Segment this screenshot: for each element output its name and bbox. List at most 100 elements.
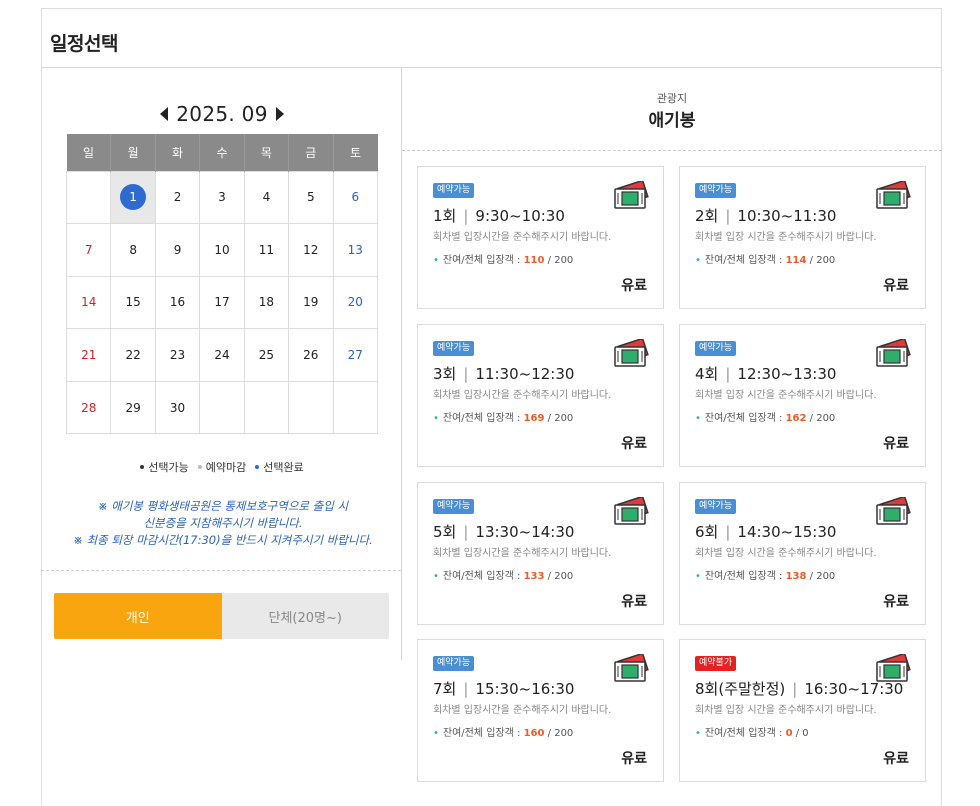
calendar-day[interactable]: 20: [332, 275, 379, 330]
count-label: 잔여/전체 입장객 :: [442, 571, 521, 582]
remaining-count: 114: [785, 255, 807, 266]
session-round: 7회: [433, 680, 457, 698]
title-divider: [41, 67, 942, 68]
availability-badge: 예약가능: [433, 183, 475, 198]
count-label: 잔여/전체 입장객 :: [704, 413, 783, 424]
total-count: / 0: [795, 728, 809, 739]
calendar-day[interactable]: 13: [332, 223, 379, 277]
session-round: 8회(주말한정): [695, 680, 786, 698]
bullet-icon: •: [695, 413, 701, 424]
session-note: 회차별 입장시간을 준수해주시기 바랍니다.: [433, 705, 612, 716]
calendar-day[interactable]: 10: [199, 223, 245, 277]
session-time: 14:30~15:30: [737, 523, 837, 541]
bullet-icon: •: [433, 728, 439, 739]
calendar-day[interactable]: 5: [288, 170, 334, 225]
calendar-day[interactable]: 22: [110, 328, 156, 382]
session-note: 회차별 입장 시간을 준수해주시기 바랍니다.: [695, 705, 877, 716]
calendar-day[interactable]: 14: [65, 275, 112, 330]
calendar-day[interactable]: 19: [288, 275, 334, 330]
remaining-count: 0: [785, 728, 793, 739]
calendar-day-selected[interactable]: 1: [110, 170, 156, 225]
calendar-day[interactable]: 28: [65, 380, 112, 435]
weekday-header: 월: [110, 134, 156, 171]
session-time: 15:30~16:30: [475, 680, 575, 698]
dot-icon: [140, 465, 145, 469]
calendar-day[interactable]: 24: [199, 328, 245, 382]
prev-month-icon[interactable]: [160, 107, 169, 121]
total-count: / 200: [809, 413, 836, 424]
calendar-day[interactable]: 8: [110, 223, 156, 277]
spot-category: 관광지: [656, 92, 688, 105]
weekday-header: 화: [155, 134, 201, 171]
selected-day-marker: 1: [120, 184, 147, 211]
calendar-empty-cell: [65, 170, 112, 225]
session-note: 회차별 입장시간을 준수해주시기 바랍니다.: [433, 232, 612, 243]
session-title: 2회 | 10:30~11:30: [695, 205, 836, 226]
pane-divider: [401, 68, 402, 660]
calendar-day[interactable]: 3: [199, 170, 245, 225]
calendar-day[interactable]: 9: [154, 223, 201, 277]
session-card[interactable]: 예약가능 4회 | 12:30~13:30 회차별 입장 시간을 준수해주시기 바랍니다…: [679, 324, 926, 467]
count-label: 잔여/전체 입장객 :: [442, 413, 521, 424]
page-title: 일정선택: [50, 33, 118, 55]
count-label: 잔여/전체 입장객 :: [704, 255, 783, 266]
title-separator: |: [725, 207, 731, 225]
remaining-count: 169: [523, 413, 545, 424]
calendar-day[interactable]: 7: [65, 223, 112, 277]
session-card[interactable]: 예약가능 5회 | 13:30~14:30 회차별 입장시간을 준수해주시기 바랍니다.…: [417, 482, 664, 625]
calendar-day[interactable]: 6: [332, 170, 379, 225]
calendar-day[interactable]: 21: [65, 328, 112, 382]
visitor-count: • 잔여/전체 입장객 : 110 / 200: [433, 251, 573, 266]
ticket-icon: [611, 337, 649, 371]
visitor-count: • 잔여/전체 입장객 : 162 / 200: [695, 409, 835, 424]
title-separator: |: [463, 523, 469, 541]
calendar-day[interactable]: 12: [288, 223, 334, 277]
availability-badge: 예약가능: [695, 341, 737, 356]
session-title: 1회 | 9:30~10:30: [433, 205, 565, 226]
session-card[interactable]: 예약가능 2회 | 10:30~11:30 회차별 입장 시간을 준수해주시기 바랍니다…: [679, 166, 926, 309]
calendar-day[interactable]: 18: [243, 275, 290, 330]
calendar-day[interactable]: 17: [199, 275, 245, 330]
price-label: 유료: [621, 436, 647, 452]
calendar-day[interactable]: 25: [243, 328, 290, 382]
next-month-icon[interactable]: [275, 107, 284, 121]
calendar-day[interactable]: 27: [332, 328, 379, 382]
weekday-header: 금: [288, 134, 334, 171]
session-round: 2회: [695, 207, 719, 225]
calendar-day[interactable]: 16: [154, 275, 201, 330]
weekday-header: 목: [244, 134, 290, 171]
availability-badge: 예약가능: [433, 499, 475, 514]
session-card[interactable]: 예약불가 8회(주말한정) | 16:30~17:30 회차별 입장 시간을 준수해주시…: [679, 639, 926, 782]
session-time: 9:30~10:30: [475, 207, 565, 225]
session-card[interactable]: 예약가능 6회 | 14:30~15:30 회차별 입장 시간을 준수해주시기 바랍니다…: [679, 482, 926, 625]
ticket-icon: [873, 337, 911, 371]
calendar-day[interactable]: 26: [288, 328, 334, 382]
weekday-header: 수: [199, 134, 245, 171]
calendar-empty-cell: [332, 380, 379, 435]
session-round: 6회: [695, 523, 719, 541]
total-count: / 200: [547, 413, 574, 424]
price-label: 유료: [883, 278, 909, 294]
calendar-day[interactable]: 30: [154, 380, 201, 435]
availability-badge: 예약불가: [695, 656, 737, 671]
calendar-day[interactable]: 4: [243, 170, 290, 225]
calendar-day[interactable]: 11: [243, 223, 290, 277]
dashed-divider: [402, 150, 942, 151]
weekday-header: 토: [333, 134, 378, 171]
bullet-icon: •: [695, 255, 701, 266]
count-label: 잔여/전체 입장객 :: [442, 728, 521, 739]
dot-icon: [255, 465, 260, 469]
calendar-day[interactable]: 29: [110, 380, 156, 435]
session-round: 1회: [433, 207, 457, 225]
bullet-icon: •: [695, 728, 701, 739]
calendar-week: 21 22 23 24 25 26 27: [65, 328, 379, 382]
session-card[interactable]: 예약가능 1회 | 9:30~10:30 회차별 입장시간을 준수해주시기 바랍니다. •…: [417, 166, 664, 309]
session-card[interactable]: 예약가능 7회 | 15:30~16:30 회차별 입장시간을 준수해주시기 바랍니다.…: [417, 639, 664, 782]
session-card[interactable]: 예약가능 3회 | 11:30~12:30 회차별 입장시간을 준수해주시기 바랍니다.…: [417, 324, 664, 467]
calendar-day[interactable]: 2: [154, 170, 201, 225]
calendar-day[interactable]: 15: [110, 275, 156, 330]
group-button[interactable]: 단체(20명~): [221, 593, 389, 639]
individual-button[interactable]: 개인: [54, 593, 222, 639]
calendar-day[interactable]: 23: [154, 328, 201, 382]
session-round: 4회: [695, 365, 719, 383]
